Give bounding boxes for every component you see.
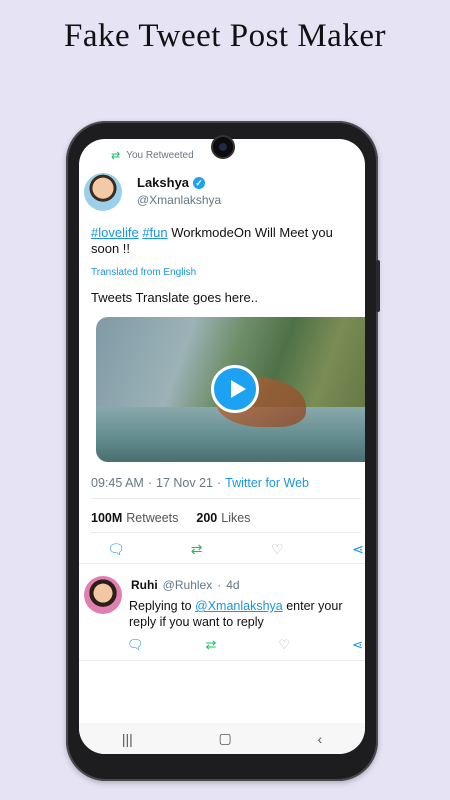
tweet-date: 17 Nov 21 [156, 476, 213, 490]
divider [91, 532, 361, 533]
reply-prefix: Replying to [129, 599, 196, 613]
retweet-icon[interactable]: ⇄ [206, 637, 217, 653]
phone-side-button [376, 260, 380, 312]
reply-actions: 🗨 ⇄ ♡ ⋖ [127, 637, 363, 653]
reply-icon[interactable]: 🗨 [127, 637, 144, 653]
reply-age: 4d [226, 578, 240, 592]
retweet-icon: ⇄ [111, 150, 121, 162]
retweet-indicator: ⇄ You Retweeted [111, 149, 194, 162]
page-headline: Fake Tweet Post Maker [64, 18, 386, 54]
hashtag-fun[interactable]: #fun [142, 225, 167, 240]
author-name[interactable]: Lakshya [137, 175, 189, 190]
tweet-actions: 🗨 ⇄ ♡ ⋖ [107, 541, 365, 558]
divider [91, 498, 361, 499]
meta-separator: · [147, 476, 152, 490]
reply-author-avatar[interactable] [84, 576, 122, 614]
retweet-icon[interactable]: ⇄ [188, 541, 206, 558]
phone-screen: ⇄ You Retweeted Lakshya ✓ @Xmanlakshya #… [79, 139, 365, 754]
front-camera [211, 135, 235, 159]
translated-text: Tweets Translate goes here.. [91, 290, 258, 305]
author-handle[interactable]: @Xmanlakshya [137, 193, 221, 207]
reply-text: Replying to @Xmanlakshya enter your repl… [129, 598, 359, 630]
back-icon[interactable]: ‹ [317, 731, 322, 747]
tweet-stats: 100M Retweets 200 Likes [91, 511, 250, 525]
tweet-time: 09:45 AM [91, 476, 144, 490]
translated-from-link[interactable]: Translated from English [91, 267, 196, 278]
retweets-count: 100M [91, 511, 123, 525]
reply-author-handle[interactable]: @Ruhlex [163, 578, 213, 592]
divider [79, 563, 365, 564]
heart-icon[interactable]: ♡ [268, 541, 286, 558]
home-icon[interactable]: ▢ [219, 730, 232, 747]
author-name-row[interactable]: Lakshya ✓ [137, 175, 206, 190]
reply-mention-link[interactable]: @Xmanlakshya [195, 599, 283, 613]
tweet-meta: 09:45 AM · 17 Nov 21 · Twitter for Web [91, 476, 309, 490]
likes-label: Likes [221, 511, 251, 525]
retweet-indicator-label: You Retweeted [126, 150, 194, 161]
hashtag-lovelife[interactable]: #lovelife [91, 225, 139, 240]
retweets-label: Retweets [126, 511, 179, 525]
reply-author-name[interactable]: Ruhi [131, 578, 158, 592]
reply-header: Ruhi @Ruhlex · 4d [131, 578, 240, 592]
meta-separator-2: · [216, 476, 222, 490]
retweets-stat[interactable]: 100M Retweets [91, 511, 178, 525]
tweet-source-link[interactable]: Twitter for Web [225, 476, 309, 490]
divider [79, 660, 365, 661]
verified-badge-icon: ✓ [193, 176, 206, 189]
reply-icon[interactable]: 🗨 [107, 541, 125, 558]
share-icon[interactable]: ⋖ [349, 541, 365, 558]
author-avatar[interactable] [84, 173, 122, 211]
android-nav-bar: ||| ▢ ‹ [79, 723, 365, 754]
likes-stat[interactable]: 200 Likes [196, 511, 250, 525]
play-icon[interactable] [211, 365, 259, 413]
reply-separator: · [217, 578, 222, 592]
tweet-text: #lovelife #fun WorkmodeOn Will Meet you … [91, 225, 361, 257]
recents-icon[interactable]: ||| [122, 731, 133, 747]
likes-count: 200 [196, 511, 218, 525]
heart-icon[interactable]: ♡ [278, 637, 290, 653]
video-thumbnail[interactable] [96, 317, 365, 462]
share-icon[interactable]: ⋖ [352, 637, 363, 653]
